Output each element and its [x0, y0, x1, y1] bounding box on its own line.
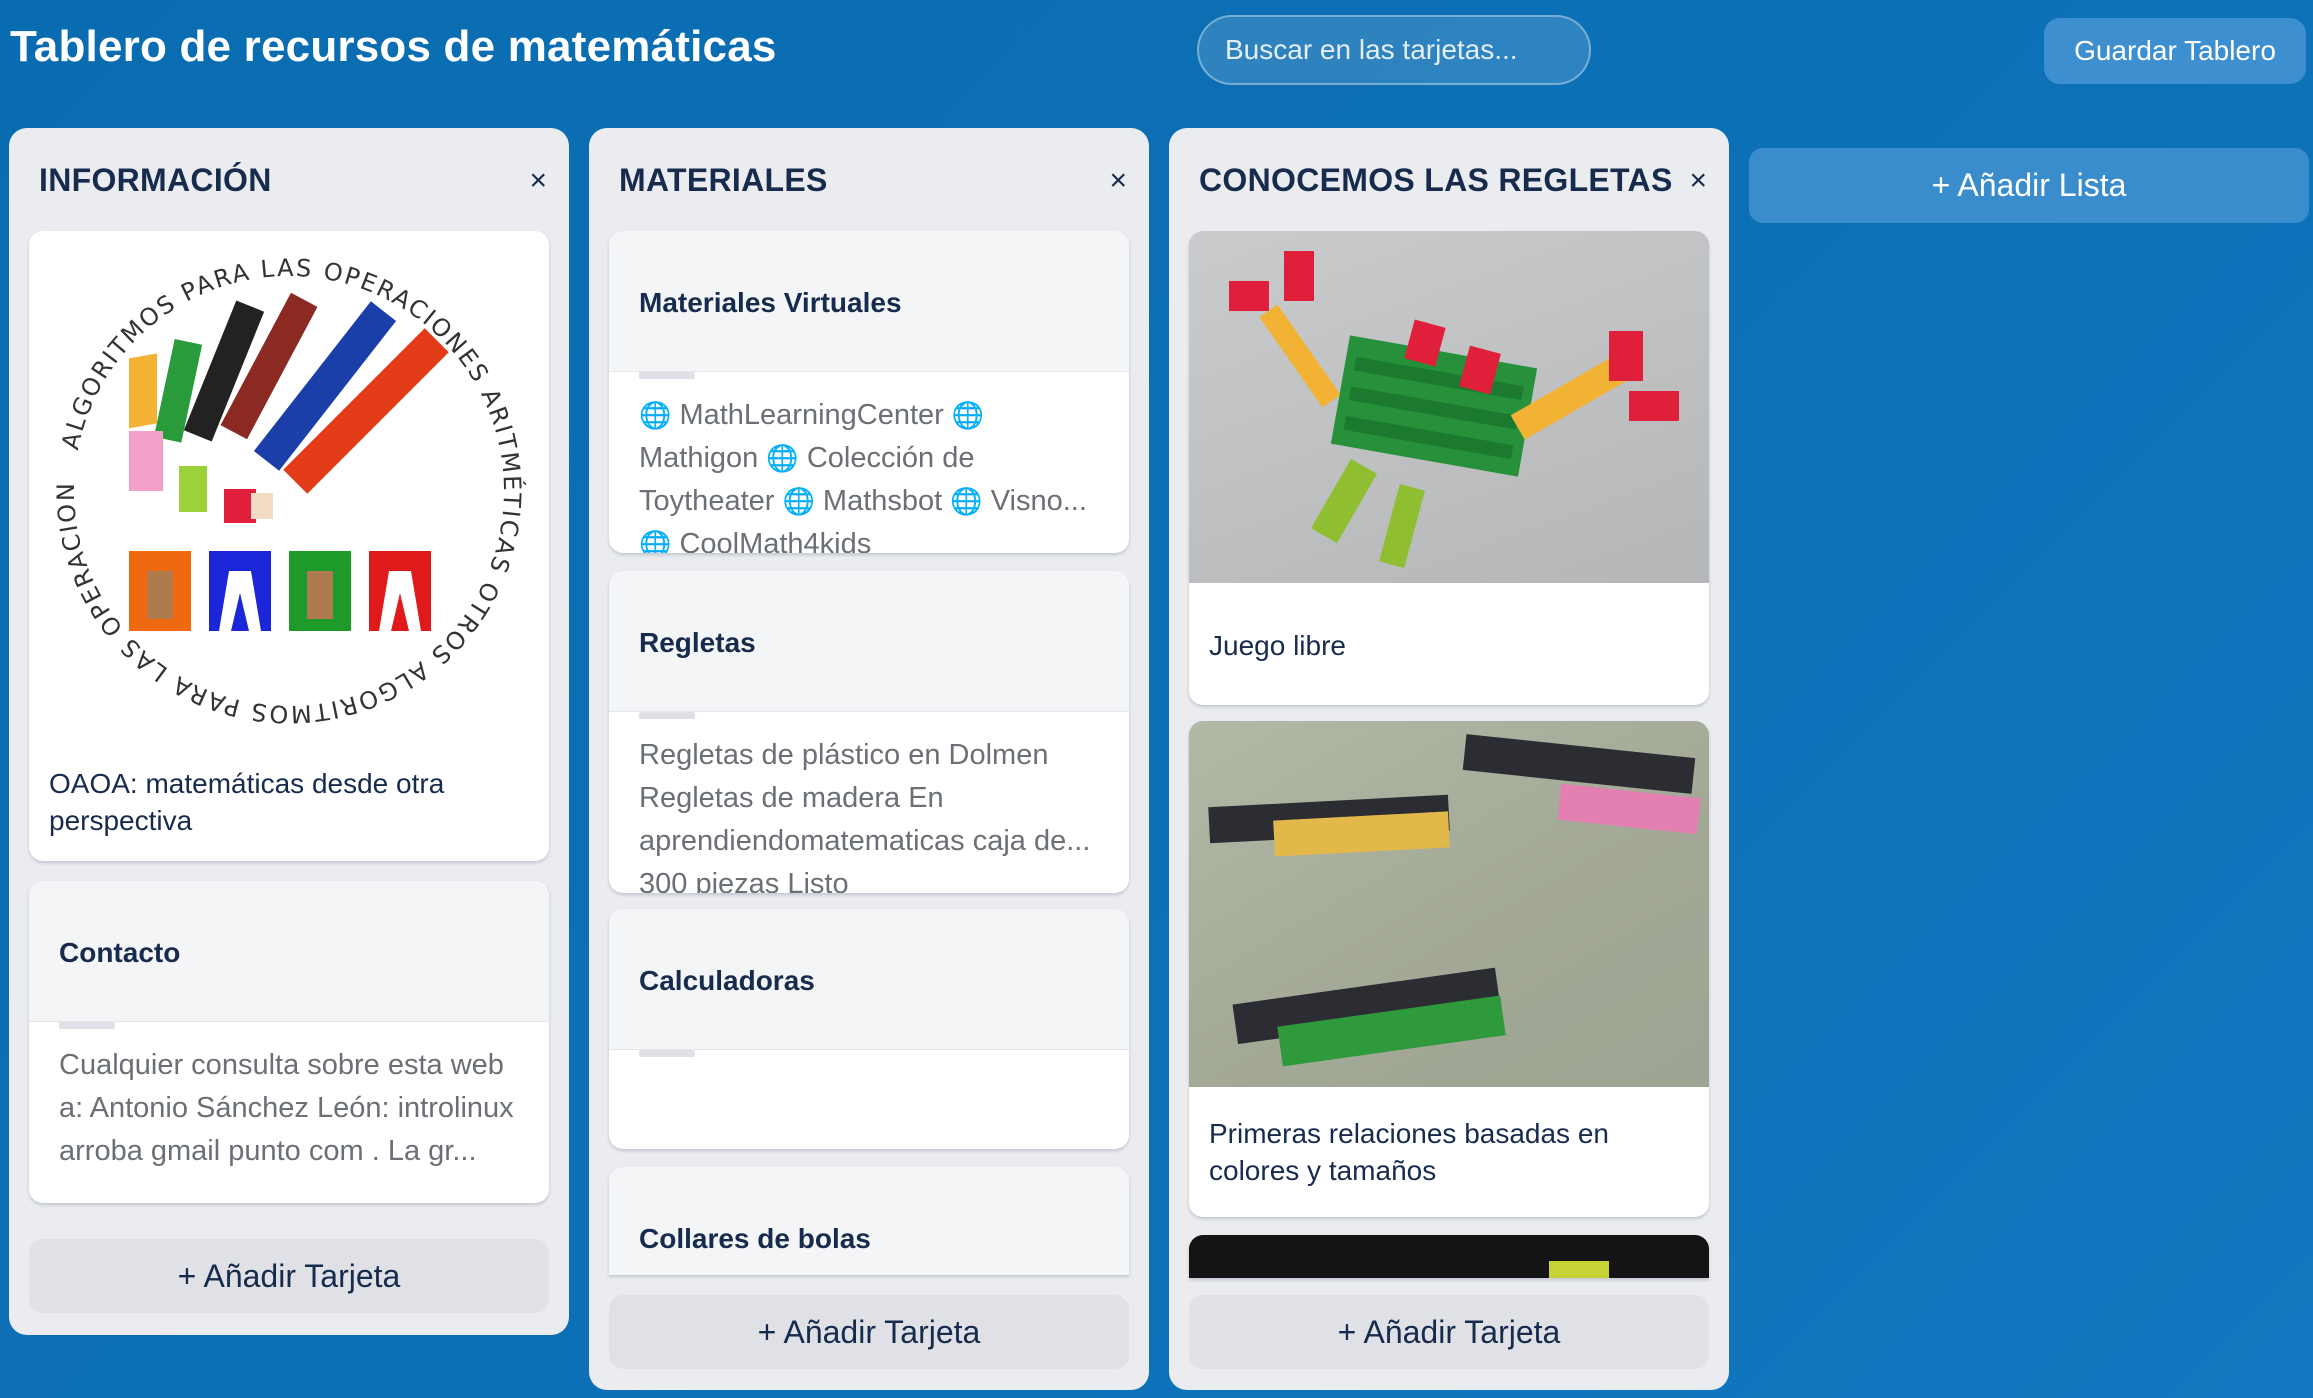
- card-collares-de-bolas[interactable]: Collares de bolas: [609, 1167, 1129, 1275]
- card-title: Contacto: [59, 937, 181, 968]
- card-dark-photo[interactable]: [1189, 1235, 1709, 1278]
- card-regletas[interactable]: Regletas Regletas de plástico en Dolmen …: [609, 571, 1129, 893]
- svg-text:ALGORITMOS PARA LAS OPERACIONE: ALGORITMOS PARA LAS OPERACIONES ARITMÉTI…: [29, 231, 527, 728]
- search-input[interactable]: [1197, 15, 1591, 85]
- list-informacion: INFORMACIÓN × ALGORITMOS PARA LAS OPERAC…: [9, 128, 569, 1335]
- regletas-dark-photo: [1189, 1235, 1709, 1278]
- link[interactable]: Mathigon: [639, 442, 758, 474]
- list-materiales: MATERIALES × Materiales Virtuales 🌐 Math…: [589, 128, 1149, 1390]
- board-title: Tablero de recursos de matemáticas: [10, 22, 777, 71]
- globe-icon: 🌐: [951, 400, 985, 430]
- list-header: INFORMACIÓN ×: [9, 128, 569, 232]
- card-caption: OAOA: matemáticas desde otra perspectiva: [49, 768, 445, 836]
- list-title: MATERIALES: [619, 162, 828, 198]
- top-bar: Tablero de recursos de matemáticas Guard…: [0, 0, 2313, 120]
- regletas-crab-photo: [1189, 231, 1709, 583]
- save-board-button[interactable]: Guardar Tablero: [2044, 18, 2306, 84]
- link[interactable]: Mathsbot: [823, 485, 942, 517]
- globe-icon: 🌐: [782, 486, 815, 516]
- add-list-button[interactable]: + Añadir Lista: [1749, 148, 2309, 223]
- link[interactable]: MathLearningCenter: [679, 399, 943, 431]
- add-card-button[interactable]: + Añadir Tarjeta: [609, 1295, 1129, 1369]
- card-caption: Primeras relaciones basadas en colores y…: [1209, 1118, 1609, 1186]
- card-title: Materiales Virtuales: [639, 287, 902, 318]
- globe-icon: 🌐: [639, 400, 672, 430]
- link[interactable]: Visno...: [991, 485, 1087, 517]
- colors-photo-svg: [1208, 734, 1701, 1067]
- card-header: Regletas: [609, 571, 1129, 712]
- card-materiales-virtuales[interactable]: Materiales Virtuales 🌐 MathLearningCente…: [609, 231, 1129, 553]
- globe-icon: 🌐: [639, 529, 672, 553]
- oaoa-logo-svg: ALGORITMOS PARA LAS OPERACIONES ARITMÉTI…: [29, 231, 527, 728]
- card-header: Materiales Virtuales: [609, 231, 1129, 372]
- globe-icon: 🌐: [766, 443, 799, 473]
- card-body-text: Cualquier consulta sobre esta web a: Ant…: [59, 1049, 514, 1167]
- card-contacto[interactable]: Contacto Cualquier consulta sobre esta w…: [29, 881, 549, 1203]
- close-icon[interactable]: ×: [1689, 166, 1707, 196]
- card-header: Collares de bolas: [609, 1167, 1129, 1275]
- card-primeras-relaciones[interactable]: Primeras relaciones basadas en colores y…: [1189, 721, 1709, 1217]
- card-title: Collares de bolas: [639, 1223, 871, 1254]
- divider: [639, 712, 695, 719]
- link[interactable]: CoolMath4kids: [679, 528, 871, 553]
- close-icon[interactable]: ×: [1109, 166, 1127, 196]
- card-caption: Juego libre: [1209, 630, 1346, 661]
- oaoa-logo-image: ALGORITMOS PARA LAS OPERACIONES ARITMÉTI…: [29, 231, 549, 751]
- card-description: Regletas de plástico en Dolmen Regletas …: [609, 712, 1129, 893]
- card-description: Cualquier consulta sobre esta web a: Ant…: [29, 1022, 549, 1203]
- list-header: CONOCEMOS LAS REGLETAS ×: [1169, 128, 1729, 232]
- card-calculadoras[interactable]: Calculadoras: [609, 909, 1129, 1149]
- card-header: Calculadoras: [609, 909, 1129, 1050]
- regletas-colors-photo: [1189, 721, 1709, 1087]
- card-description: 🌐 MathLearningCenter 🌐 Mathigon 🌐 Colecc…: [609, 372, 1129, 553]
- globe-icon: 🌐: [950, 486, 983, 516]
- card-title: Calculadoras: [639, 965, 815, 996]
- add-card-button[interactable]: + Añadir Tarjeta: [29, 1239, 549, 1313]
- list-title: INFORMACIÓN: [39, 162, 272, 198]
- list-title: CONOCEMOS LAS REGLETAS: [1199, 162, 1673, 198]
- card-description: [609, 1050, 1129, 1149]
- divider: [639, 372, 695, 379]
- divider: [59, 1022, 115, 1029]
- list-header: MATERIALES ×: [589, 128, 1149, 232]
- card-title: Regletas: [639, 627, 756, 658]
- crab-photo-svg: [1229, 251, 1679, 569]
- card-header: Contacto: [29, 881, 549, 1022]
- card-oaoa[interactable]: ALGORITMOS PARA LAS OPERACIONES ARITMÉTI…: [29, 231, 549, 861]
- card-juego-libre[interactable]: Juego libre: [1189, 231, 1709, 705]
- list-conocemos-las-regletas: CONOCEMOS LAS REGLETAS × Juego libre Pri…: [1169, 128, 1729, 1390]
- divider: [639, 1050, 695, 1057]
- card-body-text: Regletas de plástico en Dolmen Regletas …: [639, 739, 1091, 893]
- add-card-button[interactable]: + Añadir Tarjeta: [1189, 1295, 1709, 1369]
- photo-detail: [1549, 1261, 1609, 1278]
- close-icon[interactable]: ×: [529, 166, 547, 196]
